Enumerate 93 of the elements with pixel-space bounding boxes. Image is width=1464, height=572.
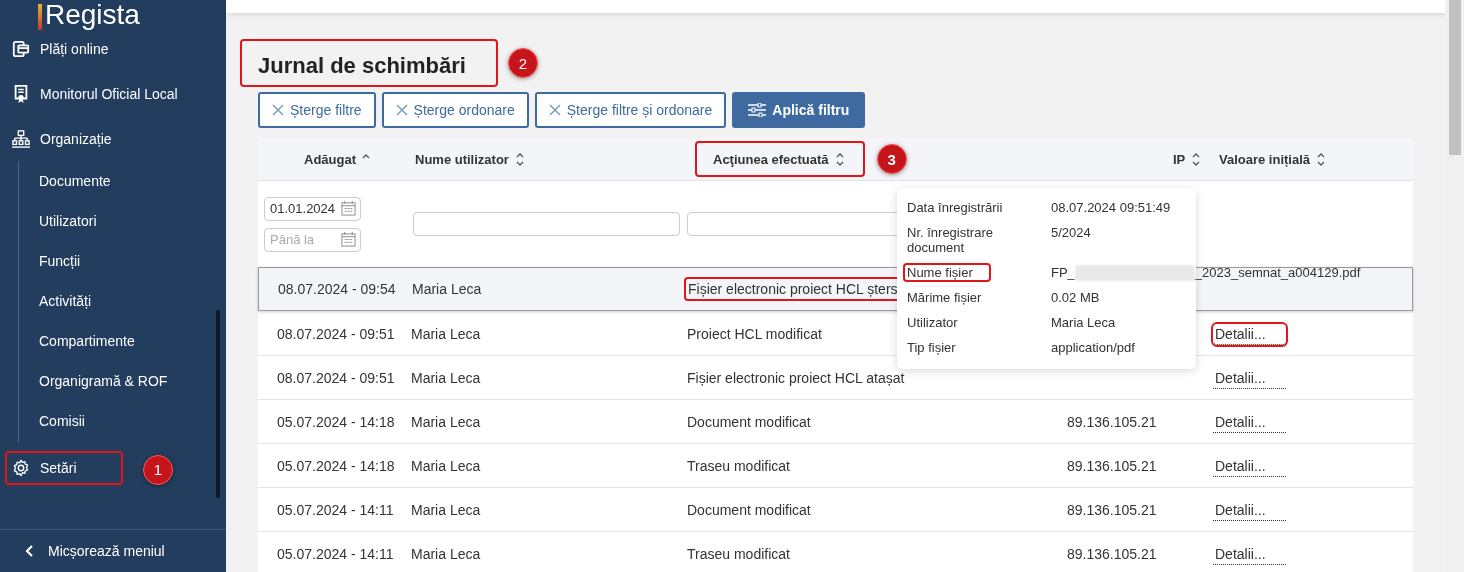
table-cell: Maria Leca	[411, 369, 481, 386]
scrollbar-thumb[interactable]	[216, 310, 220, 498]
page-title: Jurnal de schimbări	[240, 39, 498, 87]
details-link[interactable]: Detalii...	[1213, 499, 1286, 521]
details-link[interactable]: Detalii...	[1213, 543, 1286, 565]
close-icon	[548, 104, 561, 116]
table-cell: 89.136.105.21	[1067, 501, 1157, 518]
table-row[interactable]: 05.07.2024 - 14:11 Maria Leca Traseu modificat 89.136.105.21 Detalii...	[258, 531, 1413, 572]
column-header[interactable]: Nume utilizator	[413, 141, 545, 177]
tooltip-label: Nume fișier	[903, 263, 991, 282]
sliders-icon	[748, 103, 767, 117]
tooltip-label: Utilizator	[906, 314, 959, 332]
tooltip-value: FP_	[1051, 264, 1075, 282]
calendar-icon	[341, 231, 356, 247]
sidebar-item[interactable]: Organizație	[5, 122, 120, 156]
logo-icon	[38, 4, 42, 30]
callout-badge: 1	[143, 454, 173, 485]
column-header[interactable]: Valoare inițială	[1217, 141, 1347, 177]
table-cell: Maria Leca	[411, 545, 481, 562]
sidebar-item[interactable]: Monitorul Oficial Local	[5, 77, 186, 111]
sort-icon	[834, 151, 845, 167]
table-cell: Maria Leca	[412, 281, 482, 297]
filter-button[interactable]: Șterge filtre	[258, 92, 376, 128]
sidebar-subitem[interactable]: Documente	[39, 161, 226, 201]
date-to-field[interactable]: Până la	[264, 227, 361, 252]
sidebar-subitem[interactable]: Comisii	[39, 401, 226, 441]
table-cell-text: Traseu modificat	[686, 456, 791, 476]
calendar-icon	[341, 200, 356, 216]
filter-button[interactable]: Șterge filtre și ordonare	[534, 92, 727, 128]
details-link[interactable]: Detalii...	[1213, 411, 1286, 433]
table-cell: Maria Leca	[411, 413, 481, 430]
chevron-left-icon	[24, 544, 34, 558]
details-link[interactable]: Detalii...	[1213, 323, 1286, 345]
table-cell-text: Fișier electronic proiect HCL atașat	[686, 368, 906, 388]
table-cell-text: Document modificat	[686, 500, 812, 520]
filter-button[interactable]: Aplică filtru	[732, 92, 866, 128]
details-link[interactable]: Detalii...	[1213, 367, 1286, 389]
table-cell: Maria Leca	[411, 325, 481, 342]
close-icon	[395, 104, 408, 116]
tooltip-value: 5/2024	[1051, 224, 1091, 242]
column-header[interactable]: Adăugat	[302, 141, 390, 177]
tooltip-label: Tip fișier	[906, 339, 957, 357]
table-cell-text: Traseu modificat	[686, 544, 791, 564]
table-cell: 05.07.2024 - 14:18	[277, 413, 395, 430]
table-cell: Maria Leca	[411, 457, 481, 474]
table-cell: 08.07.2024 - 09:51	[277, 325, 395, 342]
settings-icon	[12, 459, 30, 477]
sort-ascending-icon	[362, 153, 370, 159]
table-cell: 89.136.105.21	[1067, 545, 1157, 562]
close-icon	[272, 104, 284, 116]
tooltip-value: application/pdf	[1051, 339, 1135, 357]
tooltip-value: 0.02 MB	[1051, 289, 1100, 307]
table-cell: 05.07.2024 - 14:18	[277, 457, 395, 474]
sidebar-item[interactable]: Setări	[5, 451, 123, 485]
table-cell-text: Document modificat	[686, 412, 812, 432]
table-cell: 05.07.2024 - 14:11	[277, 501, 394, 518]
sidebar-subitem[interactable]: Funcții	[39, 241, 226, 281]
table-row[interactable]: 05.07.2024 - 14:18 Maria Leca Document modificat 89.136.105.21 Detalii...	[258, 399, 1413, 443]
certificate-icon	[12, 85, 30, 103]
sort-icon	[1316, 151, 1327, 167]
table-row[interactable]: 05.07.2024 - 14:18 Maria Leca Traseu modificat 89.136.105.21 Detalii...	[258, 443, 1413, 487]
callout-badge: 2	[507, 48, 538, 78]
table-cell: 89.136.105.21	[1067, 457, 1157, 474]
table-cell: 05.07.2024 - 14:11	[277, 545, 394, 562]
sidebar-subitem[interactable]: Activități	[39, 281, 226, 321]
sidebar-subitem[interactable]: Compartimente	[39, 321, 226, 361]
tooltip-label: Nr. înregistrare document	[906, 224, 994, 257]
table-cell: Maria Leca	[411, 501, 481, 518]
filter-button[interactable]: Șterge ordonare	[381, 92, 529, 128]
table-cell-text: Proiect HCL modificat	[686, 324, 823, 344]
table-cell: 08.07.2024 - 09:54	[278, 281, 396, 297]
sort-icon	[1191, 151, 1202, 167]
sidebar-subitem[interactable]: Organigramă & ROF	[39, 361, 226, 401]
date-from-field[interactable]: 01.01.2024	[264, 196, 361, 221]
scrollbar-thumb[interactable]	[1448, 0, 1461, 155]
tooltip-value: 08.07.2024 09:51:49	[1051, 199, 1171, 217]
tooltip-value: _2023_semnat_a004129.pdf	[1194, 264, 1361, 282]
payment-card-icon	[12, 40, 30, 58]
callout-badge: 3	[876, 144, 907, 174]
sidebar-item[interactable]: Plăți online	[5, 32, 117, 66]
sidebar-subitem[interactable]: Utilizatori	[39, 201, 226, 241]
details-link[interactable]: Detalii...	[1213, 455, 1286, 477]
tooltip-label: Data înregistrării	[906, 199, 1004, 217]
org-chart-icon	[12, 130, 30, 148]
table-cell: 89.136.105.21	[1067, 413, 1157, 430]
table-cell: 08.07.2024 - 09:51	[277, 369, 395, 386]
table-row[interactable]: 05.07.2024 - 14:11 Maria Leca Document modificat 89.136.105.21 Detalii...	[258, 487, 1413, 531]
sort-icon	[514, 151, 525, 167]
column-header[interactable]: Acţiunea efectuată	[695, 141, 865, 177]
tooltip-label: Mărime fișier	[906, 289, 983, 307]
tooltip-value: Maria Leca	[1051, 314, 1116, 332]
logo-text: Regista	[45, 0, 140, 32]
user-filter-field[interactable]	[413, 212, 680, 236]
